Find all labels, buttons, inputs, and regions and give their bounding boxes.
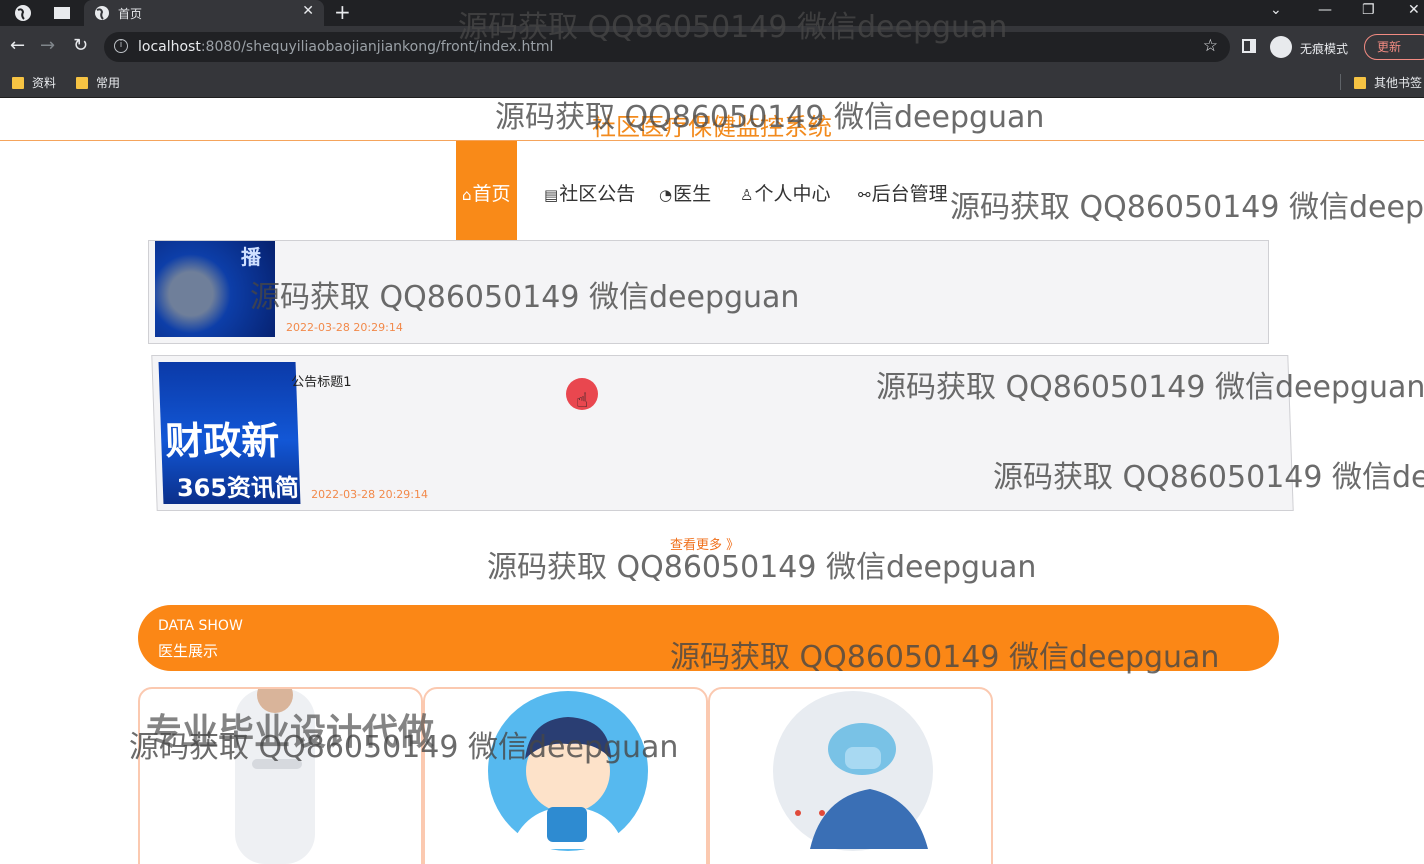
tab-home[interactable]: 首页 ✕ (84, 0, 324, 26)
notice-thumbnail: 播 (155, 241, 275, 337)
url-input[interactable]: i localhost:8080/shequyiliaobaojianjiank… (104, 32, 1230, 62)
nav-item-profile[interactable]: ♙个人中心 (740, 179, 830, 206)
forward-icon[interactable]: → (40, 36, 55, 56)
bookmark-label: 其他书签 (1374, 76, 1423, 90)
bookmark-folder-ziliao[interactable]: 资料 (12, 74, 56, 91)
incognito-label: 无痕模式 (1300, 42, 1349, 56)
bookmarks-bar: 资料 常用 其他书签 (0, 68, 1424, 98)
doctor-section-banner: DATA SHOW 医生展示 (138, 605, 1279, 671)
notice-card[interactable]: 播 2022-03-28 20:29:14 (148, 240, 1269, 344)
watermark-banner: 专业毕业设计代做 (146, 712, 435, 753)
doctor-photo (488, 691, 648, 851)
close-tab-icon[interactable]: ✕ (302, 3, 314, 19)
site-title: 社区医疗保健监控系统 (592, 113, 832, 141)
bookmark-label: 常用 (96, 76, 121, 90)
user-icon: ♙ (740, 186, 754, 204)
nav-item-doctors[interactable]: ◔医生 (659, 179, 711, 206)
notice-date: 2022-03-28 20:29:14 (310, 488, 429, 501)
site-info-icon[interactable]: i (114, 39, 128, 53)
notice-list: 播 2022-03-28 20:29:14 财政新 365资讯简 公告标题1 2… (0, 240, 1424, 522)
bookmark-star-icon[interactable]: ☆ (1203, 36, 1218, 56)
nav-item-admin[interactable]: ⚯后台管理 (858, 179, 948, 206)
other-bookmarks[interactable]: 其他书签 (1354, 74, 1422, 91)
url-text: localhost:8080/shequyiliaobaojianjiankon… (138, 39, 553, 55)
chevron-down-icon[interactable]: ⌄ (1270, 2, 1282, 18)
url-path: :8080/shequyiliaobaojianjiankong/front/i… (200, 39, 554, 55)
globe-icon[interactable] (14, 4, 32, 22)
notice-thumbnail: 财政新 365资讯简 (158, 362, 301, 504)
address-bar-row: ← → ↻ i localhost:8080/shequyiliaobaojia… (0, 26, 1424, 68)
view-more-link[interactable]: 查看更多 》 (670, 534, 739, 553)
browser-tab-strip: 首页 ✕ + ⌄ — ❐ ✕ (0, 0, 1424, 26)
doctor-card[interactable] (708, 687, 993, 864)
doctor-photo (773, 691, 933, 851)
incognito-icon[interactable] (1270, 36, 1292, 58)
bookmark-separator (1340, 74, 1341, 90)
link-icon: ⚯ (858, 186, 871, 204)
thumbnail-caption: 播 (241, 245, 261, 269)
nav-label: 后台管理 (871, 183, 948, 205)
home-icon: ⌂ (462, 186, 472, 204)
minimize-icon[interactable]: — (1318, 2, 1332, 18)
update-button[interactable]: 更新 (1364, 34, 1424, 60)
thumbnail-caption: 财政新 (164, 419, 281, 463)
notice-date: 2022-03-28 20:29:14 (286, 321, 403, 334)
notice-icon: ▤ (544, 186, 559, 204)
main-nav: ⌂首页 ▤社区公告 ◔医生 ♙个人中心 ⚯后台管理 (0, 141, 1424, 242)
bookmark-folder-changyong[interactable]: 常用 (76, 74, 120, 91)
back-icon[interactable]: ← (10, 36, 25, 56)
folder-icon (76, 77, 88, 89)
tab-search-icon[interactable] (50, 5, 74, 21)
bookmark-label: 资料 (32, 76, 57, 90)
new-tab-button[interactable]: + (334, 0, 351, 24)
section-title: 医生展示 (158, 642, 219, 660)
restore-icon[interactable]: ❐ (1362, 2, 1375, 18)
tab-title: 首页 (118, 7, 143, 21)
notice-title: 公告标题1 (290, 375, 352, 390)
side-panel-icon[interactable] (1242, 39, 1256, 53)
nav-label: 医生 (673, 183, 712, 205)
nav-label: 首页 (472, 183, 511, 205)
window-close-icon[interactable]: ✕ (1408, 2, 1420, 18)
watermark: 源码获取 QQ86050149 微信deepguan (487, 550, 1037, 585)
folder-icon (12, 77, 24, 89)
hand-cursor-icon: ☝ (576, 388, 589, 412)
nav-item-home[interactable]: ⌂首页 (456, 141, 517, 242)
url-host: localhost (138, 39, 201, 55)
nav-item-notices[interactable]: ▤社区公告 (544, 179, 635, 206)
reload-icon[interactable]: ↻ (73, 36, 88, 56)
nav-label: 社区公告 (559, 183, 636, 205)
section-subtitle: DATA SHOW (158, 618, 243, 634)
gauge-icon: ◔ (659, 186, 673, 204)
folder-icon (1354, 77, 1366, 89)
nav-label: 个人中心 (754, 183, 831, 205)
doctor-card[interactable] (423, 687, 708, 864)
notice-card[interactable]: 财政新 365资讯简 公告标题1 2022-03-28 20:29:14 (151, 355, 1294, 511)
thumbnail-caption: 365资讯简 (176, 474, 300, 502)
site-header: 社区医疗保健监控系统 (0, 99, 1424, 141)
globe-icon (95, 6, 109, 20)
